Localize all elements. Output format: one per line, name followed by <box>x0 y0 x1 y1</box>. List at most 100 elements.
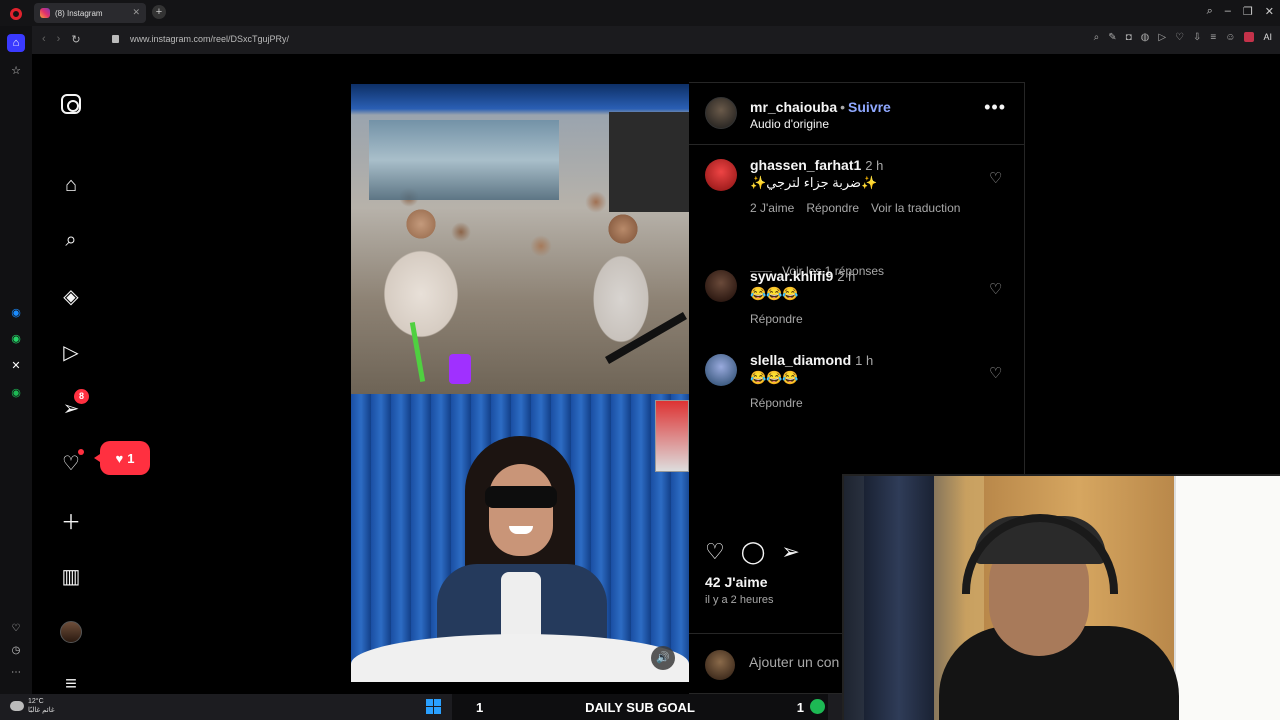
favorites-icon[interactable]: ♡ <box>7 620 25 638</box>
reel-video[interactable]: 🔊 <box>351 84 689 682</box>
post-actions: ♡ ◯ ➢ <box>705 539 800 565</box>
minimize-button[interactable]: – <box>1225 5 1231 18</box>
audio-link[interactable]: Audio d'origine <box>750 117 829 131</box>
spotify-icon[interactable]: ◉ <box>7 384 25 402</box>
like-comment-icon[interactable]: ♡ <box>989 364 1002 382</box>
posted-time: il y a 2 heures <box>705 594 774 606</box>
messages-icon[interactable]: ➢ 8 <box>56 389 89 423</box>
home-icon[interactable]: ⌂ <box>56 170 86 200</box>
comment-likes[interactable]: 2 J'aime <box>750 201 794 215</box>
create-icon[interactable]: ＋ <box>56 505 86 535</box>
download-icon[interactable]: ⇩ <box>1193 32 1201 43</box>
dashboard-icon[interactable]: ▥ <box>56 561 86 591</box>
reload-button[interactable]: ↻ <box>71 33 80 46</box>
close-window-button[interactable]: ✕ <box>1265 5 1274 18</box>
comment-username[interactable]: ghassen_farhat1 <box>750 157 861 173</box>
video-table <box>351 634 689 682</box>
comment-username[interactable]: slella_diamond <box>750 352 851 368</box>
video-wall <box>609 112 689 212</box>
weather-widget[interactable]: 12°C غائم غالبًا <box>10 697 55 715</box>
profile-icon[interactable]: ☺ <box>1225 32 1235 43</box>
notifications-icon[interactable]: ♡ <box>56 448 86 478</box>
video-bottom-scene <box>351 394 689 682</box>
windows-start-icon[interactable] <box>426 699 441 714</box>
maximize-button[interactable]: ❐ <box>1243 5 1253 18</box>
comment-time: 2 h <box>865 158 884 173</box>
reply-button[interactable]: Répondre <box>806 201 859 215</box>
comment-text: 😂😂😂 <box>750 286 799 301</box>
sub-goal-current: 1 <box>476 699 484 715</box>
history-icon[interactable]: ◷ <box>7 642 25 660</box>
webcam-overlay <box>842 474 1280 720</box>
weather-text: 12°C غائم غالبًا <box>28 697 55 715</box>
comment-username[interactable]: sywar.khlifi9 <box>750 268 833 284</box>
messages-badge: 8 <box>74 389 89 404</box>
comment-avatar[interactable] <box>705 270 737 302</box>
current-user-avatar <box>705 650 735 680</box>
add-comment-input[interactable]: Ajouter un con <box>749 654 839 670</box>
profile-avatar[interactable] <box>56 617 86 647</box>
instagram-favicon-icon <box>40 8 50 18</box>
reply-button[interactable]: Répondre <box>750 396 803 410</box>
lens-icon[interactable]: ⌕ <box>1094 32 1100 43</box>
notification-count: 1 <box>127 450 135 466</box>
translate-button[interactable]: Voir la traduction <box>871 201 960 215</box>
edit-icon[interactable]: ✎ <box>1108 32 1116 43</box>
notification-popup[interactable]: ♥ 1 <box>94 441 150 475</box>
comment-time: 2 h <box>837 269 856 284</box>
address-bar: ‹ › ↻ www.instagram.com/reel/DSxcTgujPRy… <box>32 26 1280 54</box>
explore-icon[interactable]: ◈ <box>56 281 86 311</box>
like-comment-icon[interactable]: ♡ <box>989 280 1002 298</box>
reply-button[interactable]: Répondre <box>750 312 803 326</box>
follow-button[interactable]: Suivre <box>848 99 891 115</box>
browser-tab-instagram[interactable]: (8) Instagram ✕ <box>34 3 146 23</box>
messenger-icon[interactable]: ◉ <box>7 304 25 322</box>
camera-icon[interactable]: ◘ <box>1126 32 1132 43</box>
post-header: mr_chaiouba • Suivre Audio d'origine ••• <box>689 83 1024 145</box>
menu-icon[interactable]: ≡ <box>1210 32 1216 43</box>
search-tabs-icon[interactable]: ⌕ <box>1207 5 1213 18</box>
bookmarks-icon[interactable]: ☆ <box>7 62 25 80</box>
speed-dial-home-icon[interactable]: ⌂ <box>7 34 25 52</box>
like-comment-icon[interactable]: ♡ <box>989 169 1002 187</box>
close-tab-icon[interactable]: ✕ <box>132 7 140 18</box>
comment-avatar[interactable] <box>705 159 737 191</box>
back-button[interactable]: ‹ <box>42 33 46 46</box>
sound-toggle-button[interactable]: 🔊 <box>651 646 675 670</box>
comment-icon[interactable]: ◯ <box>741 539 766 565</box>
temperature: 12°C <box>28 698 44 705</box>
whatsapp-icon[interactable]: ◉ <box>7 330 25 348</box>
ai-button[interactable]: AI <box>1263 32 1272 43</box>
video-person-face <box>489 464 553 556</box>
spotify-taskbar-icon[interactable] <box>810 699 825 714</box>
comment-header: ghassen_farhat1 2 h <box>750 157 883 173</box>
forward-button[interactable]: › <box>57 33 61 46</box>
x-icon[interactable]: ✕ <box>7 357 25 375</box>
play-icon[interactable]: ▷ <box>1158 32 1166 43</box>
video-microphone <box>605 312 687 364</box>
extension-icon[interactable] <box>1244 32 1255 42</box>
like-icon[interactable]: ♡ <box>705 539 725 565</box>
address-bar-tools: ⌕ ✎ ◘ ◍ ▷ ♡ ⇩ ≡ ☺ AI <box>1094 32 1272 43</box>
video-blindfold <box>485 486 557 508</box>
new-tab-button[interactable]: + <box>152 5 166 19</box>
heart-icon[interactable]: ♡ <box>1175 32 1184 43</box>
opera-logo-icon[interactable] <box>10 8 22 20</box>
likes-count[interactable]: 42 J'aime <box>705 574 768 590</box>
author-avatar[interactable] <box>705 97 737 129</box>
instagram-sidebar: ⌂ ⌕ ◈ ▷ ➢ 8 ♡ ＋ ▥ ≡ <box>56 54 89 695</box>
reels-icon[interactable]: ▷ <box>56 337 86 367</box>
search-icon[interactable]: ⌕ <box>56 225 86 255</box>
more-options-icon[interactable]: ••• <box>984 97 1006 118</box>
comment-text: ✨ضربة جزاء لترجي✨ <box>750 175 878 190</box>
notification-dot <box>78 449 84 455</box>
video-person-shirt <box>501 572 541 642</box>
share-icon[interactable]: ➢ <box>781 539 799 565</box>
comment-avatar[interactable] <box>705 354 737 386</box>
url-field[interactable]: www.instagram.com/reel/DSxcTgujPRy/ <box>114 34 289 44</box>
navigation-buttons: ‹ › ↻ <box>42 33 81 46</box>
author-username[interactable]: mr_chaiouba <box>750 99 837 115</box>
shield-icon[interactable]: ◍ <box>1141 32 1150 43</box>
instagram-logo-icon[interactable] <box>56 89 86 119</box>
more-icon[interactable]: ⋯ <box>7 664 25 682</box>
